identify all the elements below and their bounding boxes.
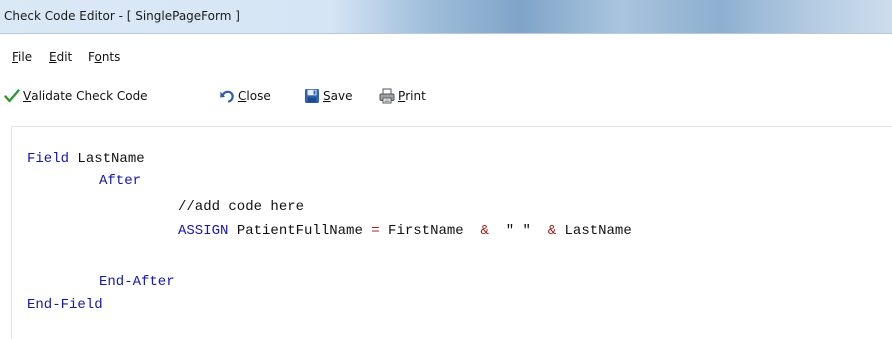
validate-check-code-button[interactable]: Validate Check Code — [4, 86, 148, 106]
print-label: rint — [405, 89, 426, 103]
field-name: LastName — [69, 151, 145, 167]
code-line-3: //add code here — [178, 197, 304, 217]
equals-operator: = — [371, 223, 380, 239]
code-line-5: End-After — [99, 272, 175, 292]
menu-fonts-label: nts — [101, 50, 121, 64]
menu-fonts-mnemonic: o — [94, 50, 102, 64]
first-name-ref: FirstName — [379, 223, 481, 239]
space-string-literal: " " — [488, 223, 548, 239]
print-mnemonic: P — [398, 89, 406, 103]
close-mnemonic: C — [238, 89, 247, 103]
code-line-6: End-Field — [27, 295, 103, 315]
menu-edit[interactable]: Edit — [49, 50, 72, 64]
menu-edit-mnemonic: E — [49, 50, 57, 64]
title-bar: Check Code Editor - [ SinglePageForm ] — [0, 0, 892, 34]
undo-arrow-icon — [219, 88, 235, 104]
print-button[interactable]: Print — [379, 86, 426, 106]
printer-icon — [379, 88, 395, 104]
checkmark-icon — [4, 88, 20, 104]
save-mnemonic: S — [323, 89, 331, 103]
validate-mnemonic: V — [23, 89, 32, 103]
toolbar: Validate Check Code Close Save P rint — [0, 74, 892, 110]
save-button[interactable]: Save — [304, 86, 352, 106]
keyword-end-after: End-After — [99, 274, 175, 290]
menu-file[interactable]: File — [12, 50, 32, 64]
assign-target: PatientFullName — [228, 223, 372, 239]
code-line-4: ASSIGN PatientFullName = FirstName & " "… — [178, 221, 632, 241]
concat-operator-2: & — [547, 223, 557, 239]
code-line-1: Field LastName — [27, 149, 145, 169]
keyword-after: After — [99, 173, 142, 189]
code-editor[interactable]: Field LastName After //add code here ASS… — [11, 126, 892, 339]
last-name-ref: LastName — [556, 223, 632, 239]
code-comment: //add code here — [178, 199, 305, 215]
code-line-2: After — [99, 171, 141, 191]
menu-edit-label: dit — [56, 50, 73, 64]
menu-file-label: ile — [18, 50, 33, 64]
keyword-assign: ASSIGN — [178, 223, 229, 239]
menu-fonts[interactable]: Fonts — [88, 50, 120, 64]
floppy-disk-icon — [304, 88, 320, 104]
close-button[interactable]: Close — [219, 86, 271, 106]
window-title: Check Code Editor - [ SinglePageForm ] — [4, 9, 240, 23]
save-label: ave — [330, 89, 353, 103]
keyword-field: Field — [27, 151, 70, 167]
menu-bar: File Edit Fonts — [0, 34, 892, 74]
validate-label: alidate Check Code — [31, 89, 148, 103]
keyword-end-field: End-Field — [27, 297, 103, 313]
close-label: lose — [246, 89, 271, 103]
concat-operator-1: & — [480, 223, 489, 239]
